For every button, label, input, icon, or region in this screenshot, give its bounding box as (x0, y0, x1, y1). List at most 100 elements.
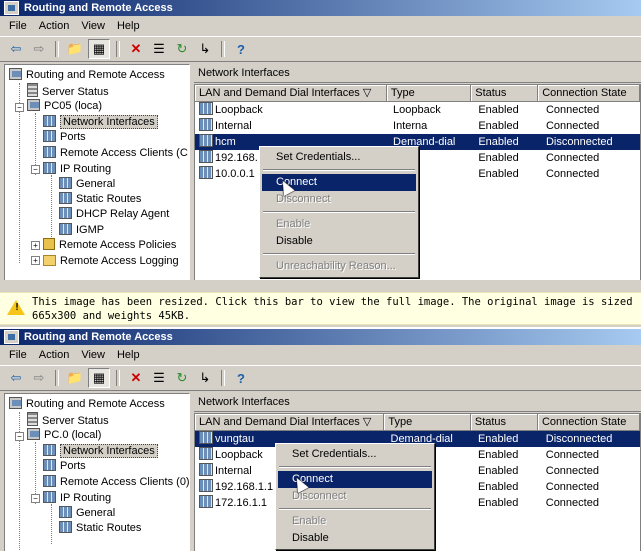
tree-item-remote-access-policies[interactable]: Remote Access Policies (43, 238, 176, 252)
demand-dial-icon (199, 431, 213, 444)
tree-label: DHCP Relay Agent (76, 208, 170, 220)
column-header-connection-state[interactable]: Connection State (538, 85, 640, 102)
properties-icon[interactable]: ☰ (149, 369, 169, 387)
help-icon[interactable]: ? (231, 40, 251, 58)
menu-item-enable[interactable]: Enable (278, 513, 432, 530)
column-header-status[interactable]: Status (470, 414, 538, 431)
network-interface-icon (199, 495, 213, 508)
resize-notice-text: This image has been resized. Click this … (32, 296, 633, 322)
menu-item-set-credentials[interactable]: Set Credentials... (262, 149, 416, 166)
expand-icon[interactable]: + (31, 256, 40, 265)
tree-item-ip-routing[interactable]: IP Routing (43, 162, 111, 176)
show-hide-tree-icon[interactable]: ▦ (88, 39, 110, 59)
refresh-icon[interactable]: ↻ (172, 369, 192, 387)
context-menu: Set Credentials... Connect Disconnect En… (275, 443, 435, 550)
forward-icon[interactable]: ⇨ (29, 369, 49, 387)
column-header-connection-state[interactable]: Connection State (537, 414, 640, 431)
tree-item-ports[interactable]: Ports (43, 130, 86, 144)
tree-item-server-status[interactable]: Server Status (27, 412, 109, 428)
tree-item-network-interfaces[interactable]: Network Interfaces (43, 115, 158, 129)
delete-icon[interactable]: ✕ (126, 369, 146, 387)
delete-icon[interactable]: ✕ (126, 40, 146, 58)
menu-view[interactable]: View (81, 20, 105, 32)
properties-icon[interactable]: ☰ (149, 40, 169, 58)
show-hide-tree-icon[interactable]: ▦ (88, 368, 110, 388)
column-headers: LAN and Demand Dial Interfaces ▽ Type St… (195, 85, 640, 102)
menu-file[interactable]: File (9, 20, 27, 32)
help-icon[interactable]: ? (231, 369, 251, 387)
column-header-type[interactable]: Type (386, 85, 472, 102)
network-icon (43, 444, 56, 456)
tree-label: Routing and Remote Access (26, 69, 165, 81)
tree-item-ports[interactable]: Ports (43, 459, 86, 473)
tree-item-remote-access-clients[interactable]: Remote Access Clients (0) (43, 475, 190, 489)
tree-label: Static Routes (76, 522, 142, 534)
menu-help[interactable]: Help (117, 349, 140, 361)
menu-action[interactable]: Action (39, 349, 70, 361)
menu-file[interactable]: File (9, 349, 27, 361)
menu-help[interactable]: Help (117, 20, 140, 32)
network-interface-icon (199, 479, 213, 492)
column-header-status[interactable]: Status (471, 85, 539, 102)
tree-item-network-interfaces[interactable]: Network Interfaces (43, 444, 158, 458)
tree-item-server-status[interactable]: Server Status (27, 83, 109, 99)
collapse-icon[interactable]: − (15, 103, 24, 112)
back-icon[interactable]: ⇦ (6, 369, 26, 387)
policy-icon (43, 238, 55, 250)
tree-item-ip-routing[interactable]: IP Routing (43, 491, 111, 505)
tree-item-remote-access-logging[interactable]: Remote Access Logging (43, 254, 179, 268)
tree-item-static-routes[interactable]: Static Routes (59, 521, 141, 535)
column-header-interface[interactable]: LAN and Demand Dial Interfaces ▽ (195, 85, 387, 102)
pane-title: Network Interfaces (194, 64, 641, 83)
menu-item-set-credentials[interactable]: Set Credentials... (278, 446, 432, 463)
export-list-icon[interactable]: ↳ (195, 40, 215, 58)
tree-label: IP Routing (60, 163, 112, 175)
network-icon (43, 115, 56, 127)
table-row[interactable]: Internal Interna Enabled Connected (195, 118, 640, 134)
window-title-bar[interactable]: Routing and Remote Access (0, 329, 641, 345)
back-icon[interactable]: ⇦ (6, 40, 26, 58)
tree-label: IP Routing (60, 492, 112, 504)
network-icon (43, 491, 56, 503)
tree-item-server[interactable]: PC05 (loca) (27, 99, 102, 113)
resize-notice-bar[interactable]: This image has been resized. Click this … (0, 292, 641, 325)
up-folder-icon[interactable]: 📁 (65, 369, 85, 387)
forward-icon[interactable]: ⇨ (29, 40, 49, 58)
tree-label: PC.0 (local) (44, 429, 102, 441)
tree-label: Server Status (42, 415, 109, 427)
export-list-icon[interactable]: ↳ (195, 369, 215, 387)
up-folder-icon[interactable]: 📁 (65, 40, 85, 58)
toolbar-separator (55, 370, 59, 386)
tree-item-rras[interactable]: Routing and Remote Access (9, 397, 165, 411)
column-header-type[interactable]: Type (384, 414, 471, 431)
tree-label: Remote Access Clients (0) (60, 476, 190, 488)
network-icon (59, 192, 72, 204)
collapse-icon[interactable]: − (31, 494, 40, 503)
tree-item-general[interactable]: General (59, 177, 115, 191)
tree-item-dhcp-relay-agent[interactable]: DHCP Relay Agent (59, 207, 169, 221)
tree-label: Ports (60, 131, 86, 143)
menu-action[interactable]: Action (39, 20, 70, 32)
collapse-icon[interactable]: − (31, 165, 40, 174)
tree-item-remote-access-clients[interactable]: Remote Access Clients (C (43, 146, 188, 160)
menu-item-disable[interactable]: Disable (278, 530, 432, 547)
tree-item-server[interactable]: PC.0 (local) (27, 428, 101, 442)
tree-item-static-routes[interactable]: Static Routes (59, 192, 141, 206)
refresh-icon[interactable]: ↻ (172, 40, 192, 58)
tree-item-igmp[interactable]: IGMP (59, 223, 104, 237)
column-header-interface[interactable]: LAN and Demand Dial Interfaces ▽ (195, 414, 385, 431)
menu-item-disable[interactable]: Disable (262, 233, 416, 250)
menu-view[interactable]: View (81, 349, 105, 361)
menu-item-enable[interactable]: Enable (262, 216, 416, 233)
collapse-icon[interactable]: − (15, 432, 24, 441)
router-icon (9, 397, 22, 409)
column-headers: LAN and Demand Dial Interfaces ▽ Type St… (195, 414, 640, 431)
window-title: Routing and Remote Access (24, 331, 173, 343)
menu-item-unreachability-reason[interactable]: Unreachability Reason... (262, 258, 416, 275)
window-title-bar[interactable]: Routing and Remote Access (0, 0, 641, 16)
network-interface-icon (199, 166, 213, 179)
tree-item-general[interactable]: General (59, 506, 115, 520)
table-row[interactable]: Loopback Loopback Enabled Connected (195, 102, 640, 118)
expand-icon[interactable]: + (31, 241, 40, 250)
tree-item-rras[interactable]: Routing and Remote Access (9, 68, 165, 82)
